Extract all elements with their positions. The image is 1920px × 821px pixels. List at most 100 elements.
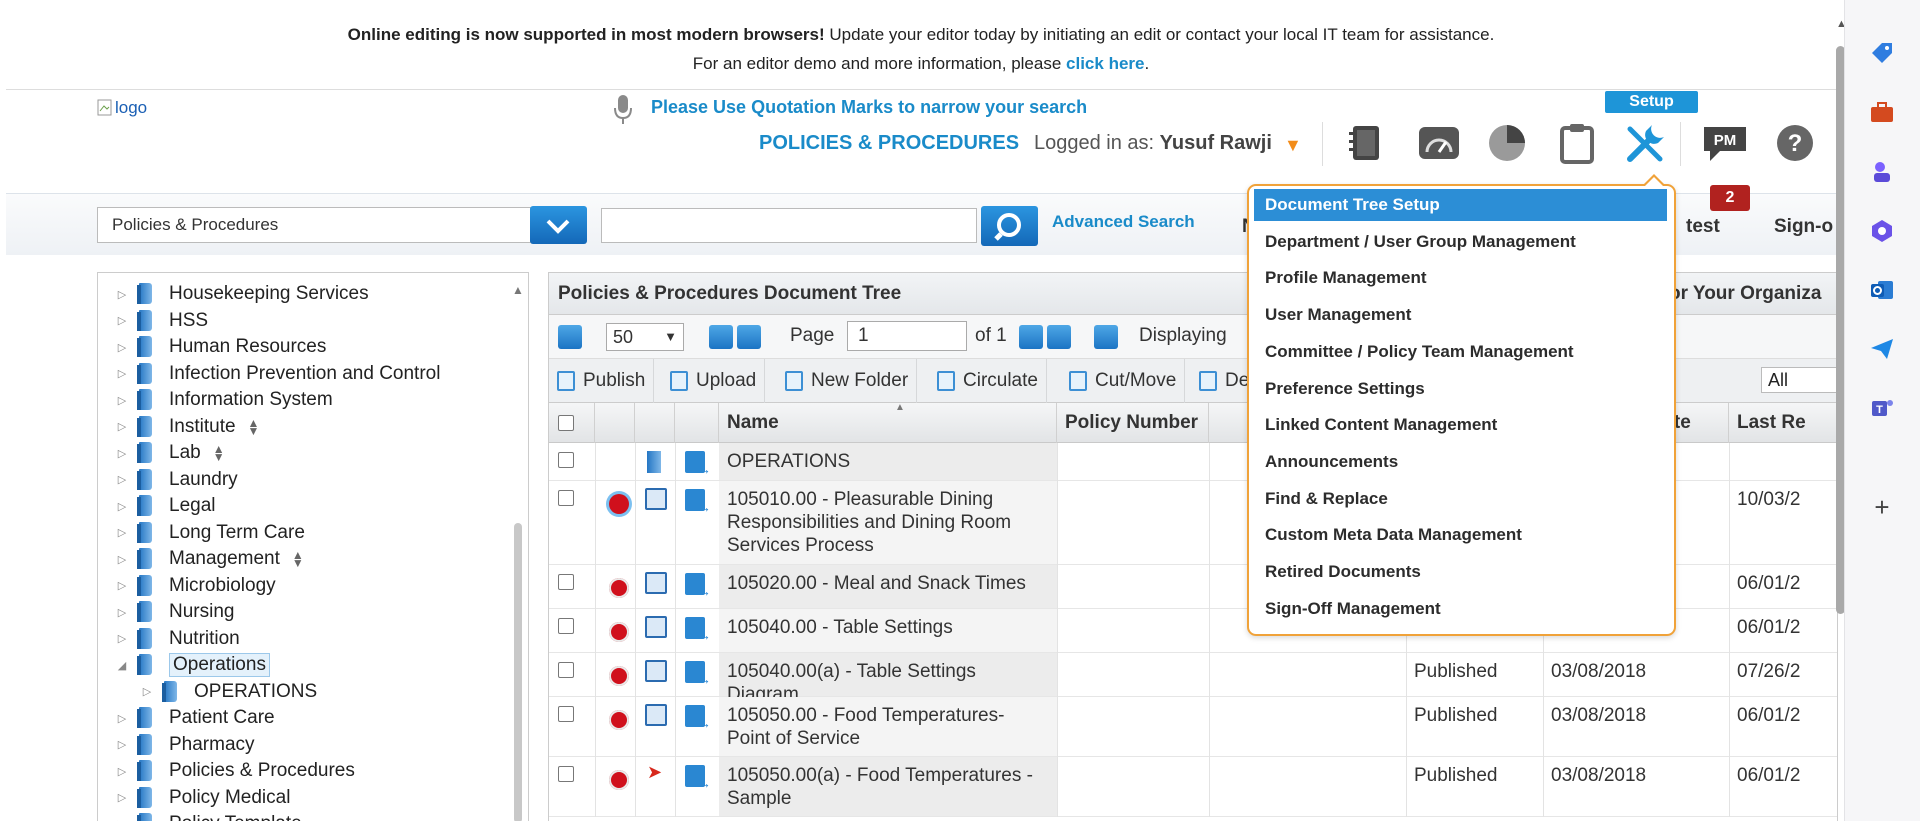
notification-badge[interactable]: 2 — [1710, 185, 1750, 211]
reorder-icon[interactable]: ▲ ▼ — [248, 417, 260, 437]
tree-node[interactable]: ▷ Human Resources — [115, 334, 326, 360]
reports-pie-chart-icon[interactable] — [1482, 119, 1532, 167]
search-button[interactable] — [981, 206, 1038, 246]
tree-node[interactable]: ▷ Policy Medical — [115, 785, 290, 811]
status-dot-icon[interactable] — [609, 494, 629, 514]
setup-menu-item[interactable]: Profile Management — [1254, 262, 1667, 294]
tree-node[interactable]: ▷ Nursing — [115, 599, 234, 625]
publish-button[interactable]: Publish — [549, 359, 655, 403]
tree-node-label[interactable]: OPERATIONS — [194, 681, 317, 703]
view-document-icon[interactable] — [685, 661, 711, 687]
document-name-link[interactable]: 105040.00(a) - Table Settings Diagram — [719, 653, 1057, 705]
first-page-icon[interactable] — [709, 325, 733, 349]
expand-arrow-icon[interactable]: ▷ — [115, 473, 129, 486]
tree-node[interactable]: ▷ Housekeeping Services — [115, 281, 369, 307]
document-name-link[interactable]: 105020.00 - Meal and Snack Times — [719, 565, 1057, 608]
row-checkbox[interactable] — [558, 452, 574, 468]
expand-arrow-icon[interactable]: ▷ — [115, 606, 129, 619]
tree-node-label[interactable]: Nursing — [169, 601, 234, 623]
table-row[interactable]: 105040.00(a) - Table Settings Diagram Pub… — [549, 653, 1837, 705]
briefcase-icon[interactable] — [1865, 95, 1899, 129]
view-document-icon[interactable] — [685, 617, 711, 643]
tree-node[interactable]: ▷ Management ▲ ▼ — [115, 546, 304, 572]
tree-node[interactable]: ▷ Infection Prevention and Control — [115, 361, 440, 387]
document-name-link[interactable]: 105050.00 - Food Temperatures- Point of … — [719, 697, 1057, 756]
help-icon[interactable]: ? — [1770, 119, 1820, 167]
scroll-up-icon[interactable]: ▲ — [512, 283, 524, 297]
tree-scroll-thumb[interactable] — [514, 523, 522, 821]
tree-node-label[interactable]: Legal — [169, 495, 216, 517]
tree-node[interactable]: ▷ Policy Template — [115, 811, 302, 821]
tree-node-label[interactable]: Operations — [169, 653, 270, 677]
expand-arrow-icon[interactable]: ▷ — [115, 765, 129, 778]
setup-menu-item[interactable]: Retired Documents — [1254, 556, 1667, 588]
dashboard-gauge-icon[interactable] — [1414, 119, 1464, 167]
search-input[interactable] — [601, 208, 977, 243]
expand-arrow-icon[interactable]: ▷ — [115, 314, 129, 327]
cut-move-button[interactable]: Cut/Move — [1061, 359, 1186, 403]
tree-node[interactable]: ▷ Institute ▲ ▼ — [115, 414, 259, 440]
setup-tools-icon[interactable] — [1621, 119, 1671, 167]
logo[interactable]: logo — [97, 98, 147, 118]
refresh-icon[interactable] — [1094, 325, 1118, 349]
expand-arrow-icon[interactable]: ▷ — [115, 738, 129, 751]
pm-chat-icon[interactable]: PM — [1700, 119, 1750, 167]
page-scroll-thumb[interactable] — [1836, 46, 1844, 614]
word-document-icon[interactable] — [645, 704, 667, 726]
row-checkbox[interactable] — [558, 618, 574, 634]
tree-node[interactable]: ◢ Operations — [115, 652, 270, 678]
table-row[interactable]: 105050.00 - Food Temperatures- Point of … — [549, 697, 1837, 757]
setup-menu-item[interactable]: Custom Meta Data Management — [1254, 519, 1667, 551]
expand-arrow-icon[interactable]: ▷ — [115, 791, 129, 804]
row-checkbox[interactable] — [558, 766, 574, 782]
clipboard-icon[interactable] — [1552, 119, 1602, 167]
expand-arrow-icon[interactable]: ▷ — [115, 420, 129, 433]
tree-node-label[interactable]: Lab — [169, 442, 201, 464]
tree-node[interactable]: ▷ Microbiology — [115, 573, 276, 599]
outlook-icon[interactable] — [1865, 273, 1899, 307]
page-scrollbar[interactable]: ▲ — [1833, 14, 1844, 814]
last-page-icon[interactable] — [1047, 325, 1071, 349]
send-icon[interactable] — [1865, 332, 1899, 366]
tree-node[interactable]: ▷ Information System — [115, 387, 333, 413]
word-document-icon[interactable] — [645, 660, 667, 682]
expand-arrow-icon[interactable]: ▷ — [115, 579, 129, 592]
page-number-input[interactable]: 1 — [847, 321, 967, 351]
click-here-link[interactable]: click here — [1066, 54, 1144, 73]
pdf-icon[interactable]: ➤ — [647, 762, 662, 783]
nav-item-sign-off[interactable]: Sign-o — [1774, 216, 1833, 238]
scope-select[interactable]: Policies & Procedures — [97, 207, 531, 243]
games-icon[interactable] — [1865, 154, 1899, 188]
row-checkbox[interactable] — [558, 490, 574, 506]
tree-node[interactable]: ▷ Nutrition — [115, 626, 240, 652]
tree-node[interactable]: ▷ Policies & Procedures — [115, 758, 355, 784]
add-icon[interactable]: + — [1865, 490, 1899, 524]
tree-node-label[interactable]: Policies & Procedures — [169, 760, 355, 782]
document-name-link[interactable]: OPERATIONS — [719, 443, 1057, 480]
tree-node[interactable]: ▷ Laundry — [115, 467, 238, 493]
reorder-icon[interactable]: ▲ ▼ — [292, 549, 304, 569]
word-document-icon[interactable] — [645, 488, 667, 510]
tag-icon[interactable] — [1865, 36, 1899, 70]
scroll-up-icon[interactable]: ▲ — [1836, 18, 1844, 30]
expand-arrow-icon[interactable]: ▷ — [115, 818, 129, 821]
tree-node[interactable]: ▷ Lab ▲ ▼ — [115, 440, 225, 466]
tree-node-label[interactable]: Institute — [169, 416, 236, 438]
documents-binder-icon[interactable] — [1342, 119, 1392, 167]
tree-node-label[interactable]: Patient Care — [169, 707, 275, 729]
status-dot-icon[interactable] — [609, 710, 629, 730]
tree-node-label[interactable]: Microbiology — [169, 575, 276, 597]
collapse-arrow-icon[interactable]: ◢ — [115, 659, 129, 672]
status-dot-icon[interactable] — [609, 666, 629, 686]
tree-node-label[interactable]: Infection Prevention and Control — [169, 363, 440, 385]
tree-node-label[interactable]: HSS — [169, 310, 208, 332]
tree-node-label[interactable]: Housekeeping Services — [169, 283, 369, 305]
column-header-name[interactable]: Name ▲ — [719, 402, 1057, 443]
setup-menu-item[interactable]: User Management — [1254, 299, 1667, 331]
tree-scrollbar[interactable]: ▲ — [511, 283, 525, 821]
setup-menu-item[interactable]: Document Tree Setup — [1254, 189, 1667, 221]
tree-node[interactable]: ▷ Patient Care — [115, 705, 275, 731]
setup-menu-item[interactable]: Find & Replace — [1254, 483, 1667, 515]
expand-arrow-icon[interactable]: ▷ — [115, 288, 129, 301]
scope-dropdown-button[interactable] — [530, 206, 587, 244]
